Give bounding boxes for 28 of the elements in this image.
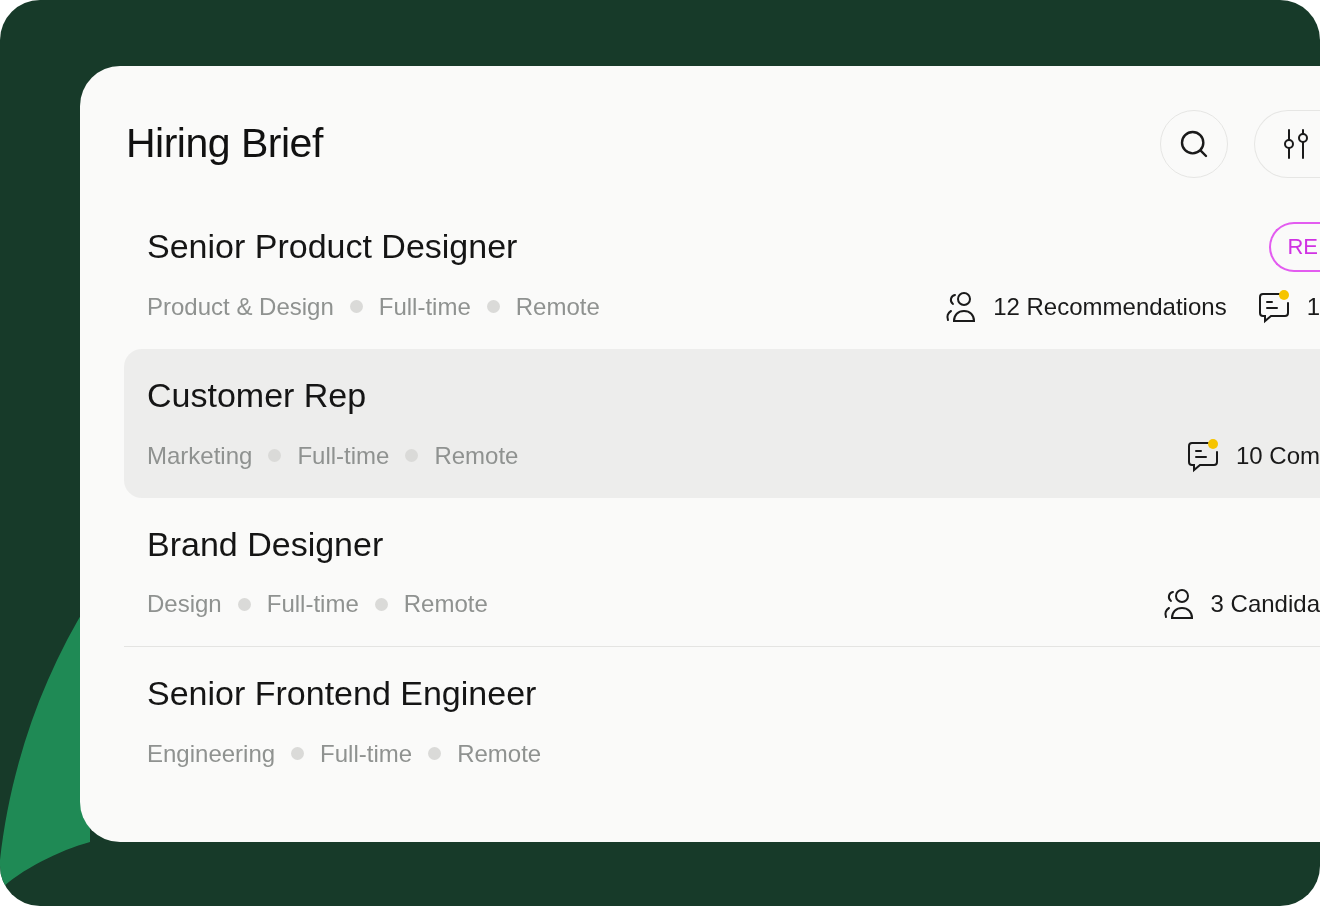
job-title: Customer Rep xyxy=(147,375,367,416)
job-row[interactable]: Customer Rep Marketing Full-time Remote 10 Com xyxy=(124,349,1320,498)
job-tag: Remote xyxy=(403,586,488,622)
job-title: Senior Frontend Engineer xyxy=(147,673,537,714)
job-tag: Full-time xyxy=(266,586,359,622)
job-row[interactable]: Senior Product Designer RE Product & Design Full-time Remote 12 Recommendations 1 xyxy=(124,200,1320,349)
job-tag: Remote xyxy=(434,437,519,474)
job-tag: Design xyxy=(147,586,222,622)
job-tag: Marketing xyxy=(147,437,253,474)
sliders-icon xyxy=(1281,128,1311,160)
job-tag: Full-time xyxy=(297,437,390,474)
job-row[interactable]: Senior Frontend Engineer Engineering Full-time Remote xyxy=(124,647,1320,796)
job-title: Brand Designer xyxy=(147,523,384,565)
job-tag: Remote xyxy=(515,288,600,325)
job-tag: Product & Design xyxy=(147,288,334,325)
comment-count: 1 xyxy=(1306,291,1320,322)
candidate-count: 12 Recommendations xyxy=(993,291,1227,322)
job-tag: Full-time xyxy=(378,288,471,325)
job-row[interactable]: Brand Designer Design Full-time Remote 3 Candida xyxy=(124,498,1320,647)
job-tag: Full-time xyxy=(320,735,413,772)
comment-count: 10 Com xyxy=(1235,440,1320,471)
job-tag: Engineering xyxy=(147,735,276,772)
candidate-count: 3 Candida xyxy=(1210,589,1320,619)
job-title: Senior Product Designer xyxy=(147,226,518,267)
status-badge: RE xyxy=(1269,221,1320,272)
page-title: Hiring Brief xyxy=(125,119,323,169)
search-icon xyxy=(1178,128,1210,160)
job-tag: Remote xyxy=(457,735,542,772)
